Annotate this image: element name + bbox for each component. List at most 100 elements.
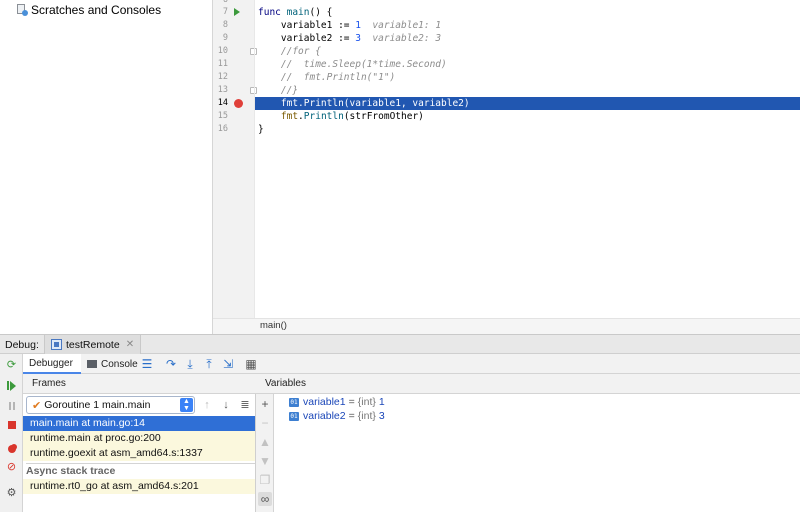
run-gutter-icon[interactable] [234,8,240,16]
tab-debugger[interactable]: Debugger [23,354,81,374]
breakpoint-icon[interactable] [234,99,243,108]
debug-toolbar: Debugger Console ☰ ↷ ⤓ ⤒ ⇲ ▦ [23,354,800,374]
line-number: 9 [215,32,228,45]
code-line[interactable]: fmt.Println(strFromOther) [255,110,800,123]
code-token: (strFromOther) [344,111,424,122]
next-frame-icon[interactable]: ↓ [219,398,233,412]
pause-icon[interactable] [4,398,19,413]
tab-testremote[interactable]: testRemote ✕ [44,335,141,354]
goroutine-select-value: Goroutine 1 main.main [44,399,180,411]
line-number: 11 [215,58,228,71]
evaluate-icon[interactable]: ▦ [244,357,258,371]
move-up-icon[interactable]: ▲ [258,435,272,449]
code-token: Println [304,111,344,122]
stop-icon[interactable] [4,417,19,432]
code-token: variable2 := [258,33,355,44]
code-line[interactable]: } [255,123,800,136]
goroutine-select[interactable]: ✔ Goroutine 1 main.main ▲▼ [26,396,195,414]
code-line[interactable]: variable1 := 1 variable1: 1 [255,19,800,32]
layout-icon[interactable]: ☰ [140,357,154,371]
code-line-text: fmt.Println(strFromOther) [258,110,424,123]
frames-menu-icon[interactable]: ≣ [238,398,252,412]
line-number: 12 [215,71,228,84]
variable-int-icon: 01 [289,412,299,421]
code-line-text: variable2 := 3 variable2: 3 [258,32,441,45]
variable-type: {int} [358,410,376,422]
scratches-icon [16,4,28,16]
code-line[interactable]: //for { [255,45,800,58]
copy-icon[interactable]: ❐ [258,473,272,487]
code-token: fmt [258,111,298,122]
code-area[interactable]: func main() { variable1 := 1 variable1: … [254,0,800,318]
code-line-text: variable1 := 1 variable1: 1 [258,19,441,32]
line-number: 13 [215,84,228,97]
line-number: 14 [215,97,228,110]
line-number: 8 [215,19,228,32]
variable-equals: = [349,396,355,408]
tab-console[interactable]: Console [81,354,144,374]
code-token: } [258,124,264,135]
code-token: main [287,7,310,18]
variable-name: variable1 [303,396,346,408]
variable-type: {int} [358,396,376,408]
editor-gutter[interactable]: 6 78910111213141516 [213,0,254,318]
line-number: 15 [215,110,228,123]
code-line[interactable]: // time.Sleep(1*time.Second) [255,58,800,71]
move-down-icon[interactable]: ▼ [258,454,272,468]
project-panel: Scratches and Consoles [0,0,213,334]
frames-panel: Frames ✔ Goroutine 1 main.main ▲▼ ↑ ↓ ≣ … [23,374,256,512]
close-icon[interactable]: ✕ [126,339,134,350]
code-line[interactable]: func main() { [255,6,800,19]
debug-title: Debug: [5,339,39,351]
console-tab-label: Console [101,359,138,370]
line-number: 16 [215,123,228,136]
rerun-icon[interactable]: ⟳ [4,358,19,373]
async-frame-row[interactable]: runtime.rt0_go at asm_amd64.s:201 [23,479,255,494]
code-line-text: //for { [258,45,321,58]
add-watch-icon[interactable]: + [258,397,272,411]
line-number: 10 [215,45,228,58]
code-line[interactable]: variable2 := 3 variable2: 3 [255,32,800,45]
mute-breakpoints-icon[interactable]: ⊘ [4,460,19,475]
code-token: variable1: 1 [361,20,441,31]
code-editor[interactable]: 6 78910111213141516 func main() { variab… [213,0,800,334]
breadcrumb: main() [213,318,800,334]
frame-row-selected[interactable]: main.main at main.go:14 [23,416,255,431]
breadcrumb-item[interactable]: main() [260,320,287,331]
variable-value: 3 [379,410,385,422]
step-out-icon[interactable]: ⤒ [202,357,216,371]
code-line-text: } [258,123,264,136]
execution-point-line[interactable]: fmt.Println(variable1, variable2) [255,97,800,110]
async-stack-trace-label: Async stack trace [26,463,255,477]
variable-row[interactable]: 01variable1={int}1 [289,395,385,409]
code-token: func [258,7,287,18]
view-breakpoints-icon[interactable] [4,441,19,456]
variables-header: Variables [256,374,800,394]
remove-watch-icon[interactable]: − [258,416,272,430]
code-token: () { [310,7,333,18]
variables-actions: + − ▲ ▼ ❐ ∞ [256,394,274,512]
code-line[interactable]: //} [255,84,800,97]
tree-item-scratches[interactable]: Scratches and Consoles [16,2,161,18]
variables-panel: Variables + − ▲ ▼ ❐ ∞ 01variable1={int}1… [256,374,800,512]
step-into-icon[interactable]: ⤓ [183,357,197,371]
code-token: variable2: 3 [361,33,441,44]
chevron-updown-icon: ▲▼ [180,398,193,412]
frame-row[interactable]: runtime.goexit at asm_amd64.s:1337 [23,446,255,461]
variable-row[interactable]: 01variable2={int}3 [289,409,385,423]
console-icon [87,360,97,368]
check-icon: ✔ [32,399,41,412]
debug-tool-window-header: Debug: testRemote ✕ [0,334,800,354]
code-token: variable1 := [258,20,355,31]
run-to-cursor-icon[interactable]: ⇲ [221,357,235,371]
variable-equals: = [349,410,355,422]
settings-icon[interactable]: ⚙ [4,486,19,501]
frame-row[interactable]: runtime.main at proc.go:200 [23,431,255,446]
frames-header: Frames [23,374,256,394]
code-token: // fmt.Println("1") [258,72,395,83]
watches-glasses-icon[interactable]: ∞ [258,492,272,506]
resume-icon[interactable] [4,378,19,393]
code-line[interactable]: // fmt.Println("1") [255,71,800,84]
step-over-icon[interactable]: ↷ [164,357,178,371]
previous-frame-icon[interactable]: ↑ [200,398,214,412]
